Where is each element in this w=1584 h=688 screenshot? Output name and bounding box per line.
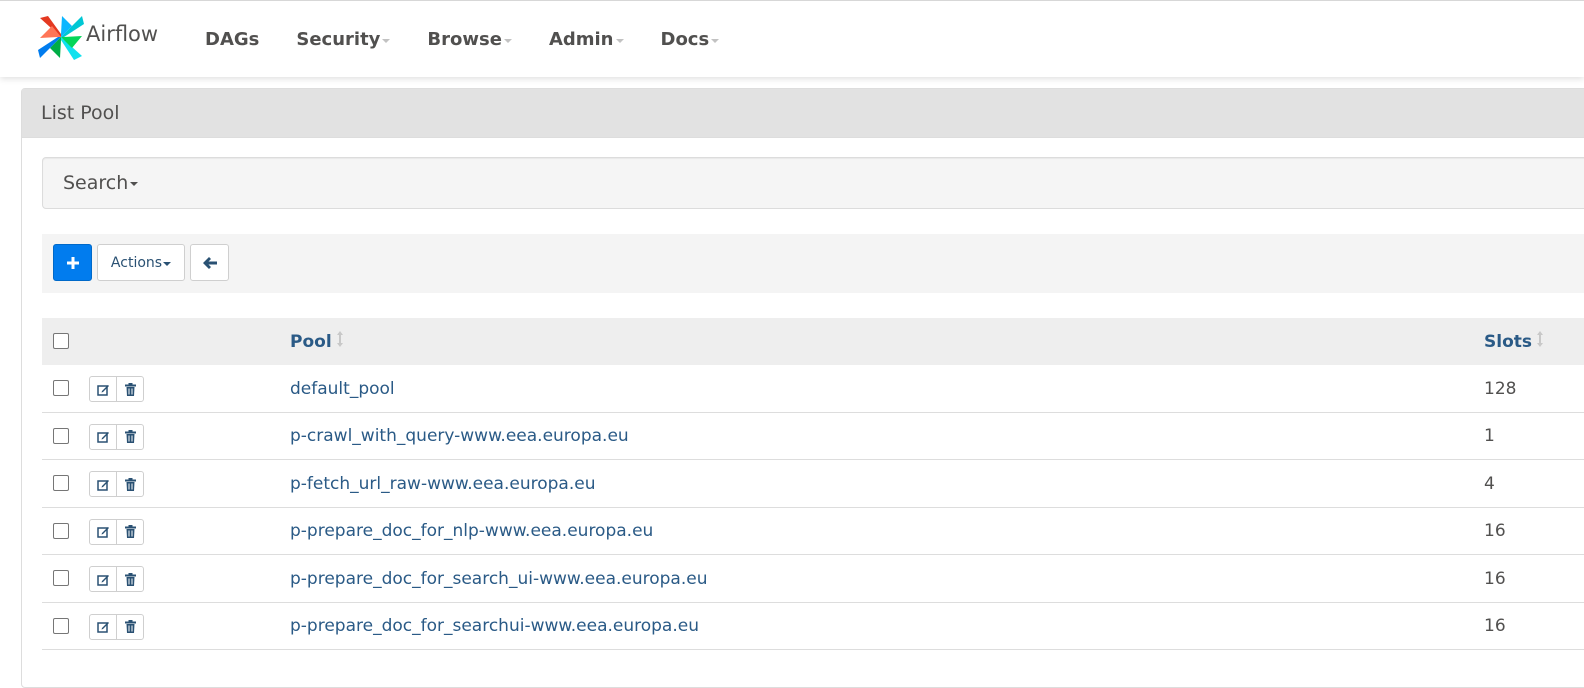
actions-dropdown-button[interactable]: Actions bbox=[97, 244, 185, 281]
edit-icon bbox=[96, 574, 109, 586]
edit-record-button[interactable] bbox=[90, 520, 116, 544]
actions-label: Actions bbox=[110, 254, 163, 271]
caret-down-icon bbox=[615, 38, 624, 43]
table-row: p-prepare_doc_for_nlp-www.eea.europa.eu … bbox=[42, 508, 1584, 555]
slots-value: 16 bbox=[1484, 616, 1506, 636]
caret-down-icon bbox=[163, 261, 172, 266]
nav-security[interactable]: Security bbox=[296, 28, 391, 50]
caret-down-icon bbox=[503, 38, 512, 43]
edit-record-button[interactable] bbox=[90, 567, 116, 591]
select-all-checkbox[interactable] bbox=[53, 333, 69, 349]
trash-icon bbox=[124, 620, 136, 633]
list-pool-panel: List Pool Search Actions Pool Slots defa… bbox=[21, 88, 1584, 688]
pool-name-link[interactable]: p-prepare_doc_for_nlp-www.eea.europa.eu bbox=[290, 508, 653, 555]
trash-icon bbox=[124, 430, 136, 443]
search-well: Search bbox=[42, 157, 1584, 209]
slots-value: 16 bbox=[1484, 521, 1506, 541]
nav-security-label: Security bbox=[296, 28, 381, 50]
nav-browse-label: Browse bbox=[427, 28, 502, 50]
edit-icon bbox=[96, 432, 109, 443]
nav-browse[interactable]: Browse bbox=[427, 29, 512, 50]
main-nav: DAGs Security Browse Admin Docs bbox=[205, 1, 756, 77]
table-header: Pool Slots bbox=[42, 318, 1584, 365]
edit-icon bbox=[96, 622, 109, 633]
trash-icon bbox=[124, 477, 136, 491]
slots-value: 4 bbox=[1484, 473, 1495, 494]
delete-record-button[interactable] bbox=[116, 377, 143, 401]
trash-icon bbox=[124, 382, 136, 396]
table-row: p-crawl_with_query-www.eea.europa.eu 1 bbox=[42, 413, 1584, 460]
row-checkbox[interactable] bbox=[53, 617, 69, 634]
nav-dags-label: DAGs bbox=[205, 28, 260, 50]
delete-record-button[interactable] bbox=[116, 472, 143, 496]
row-actions bbox=[89, 471, 144, 497]
arrow-left-icon bbox=[202, 256, 217, 269]
row-checkbox[interactable] bbox=[53, 522, 69, 539]
nav-docs-label: Docs bbox=[660, 28, 710, 50]
trash-icon bbox=[124, 572, 136, 586]
airflow-logo-icon bbox=[38, 14, 84, 60]
brand-name: Airflow bbox=[86, 22, 159, 46]
nav-dags[interactable]: DAGs bbox=[205, 29, 259, 50]
column-pool-label: Pool bbox=[290, 331, 332, 352]
page-title: List Pool bbox=[41, 102, 120, 124]
caret-down-icon bbox=[711, 38, 720, 43]
row-actions bbox=[89, 376, 144, 402]
pool-name-link[interactable]: p-fetch_url_raw-www.eea.europa.eu bbox=[290, 460, 595, 507]
slots-value: 16 bbox=[1484, 568, 1506, 589]
plus-icon bbox=[66, 256, 79, 269]
edit-record-button[interactable] bbox=[90, 377, 116, 401]
column-slots-label: Slots bbox=[1484, 331, 1532, 352]
edit-record-button[interactable] bbox=[90, 615, 116, 639]
back-button[interactable] bbox=[190, 244, 229, 281]
edit-record-button[interactable] bbox=[90, 472, 116, 496]
delete-record-button[interactable] bbox=[116, 519, 143, 544]
table-row: p-prepare_doc_for_searchui-www.eea.europ… bbox=[42, 603, 1584, 650]
column-header-pool[interactable]: Pool bbox=[290, 318, 344, 365]
search-toggle-button[interactable]: Search bbox=[63, 172, 139, 194]
edit-icon bbox=[96, 479, 109, 491]
edit-icon bbox=[96, 527, 109, 538]
table-row: p-fetch_url_raw-www.eea.europa.eu 4 bbox=[42, 460, 1584, 508]
nav-docs[interactable]: Docs bbox=[661, 29, 720, 50]
row-actions bbox=[89, 423, 144, 450]
nav-admin[interactable]: Admin bbox=[549, 29, 624, 50]
search-toggle-label: Search bbox=[63, 172, 129, 194]
delete-record-button[interactable] bbox=[116, 424, 143, 449]
nav-admin-label: Admin bbox=[548, 28, 614, 50]
slots-value: 128 bbox=[1484, 378, 1517, 399]
pool-name-link[interactable]: p-prepare_doc_for_searchui-www.eea.europ… bbox=[290, 603, 699, 650]
row-checkbox[interactable] bbox=[53, 380, 69, 396]
add-record-button[interactable] bbox=[53, 244, 92, 281]
edit-icon bbox=[96, 384, 109, 396]
table-row: p-prepare_doc_for_search_ui-www.eea.euro… bbox=[42, 555, 1584, 603]
slots-value: 1 bbox=[1484, 426, 1495, 446]
column-header-slots[interactable]: Slots bbox=[1484, 318, 1544, 365]
sort-icon bbox=[1536, 330, 1544, 353]
delete-record-button[interactable] bbox=[116, 567, 143, 591]
brand-link[interactable]: Airflow bbox=[38, 14, 158, 60]
caret-down-icon bbox=[382, 38, 391, 43]
table-row: default_pool 128 bbox=[42, 365, 1584, 413]
row-actions bbox=[89, 613, 144, 640]
table-body: default_pool 128 p-crawl_with_query-www.… bbox=[42, 365, 1584, 650]
sort-icon bbox=[336, 330, 344, 353]
list-toolbar: Actions bbox=[42, 234, 1584, 293]
pool-name-link[interactable]: p-crawl_with_query-www.eea.europa.eu bbox=[290, 413, 629, 460]
top-navbar: Airflow DAGs Security Browse Admin Docs bbox=[0, 0, 1584, 77]
delete-record-button[interactable] bbox=[116, 614, 143, 639]
trash-icon bbox=[124, 525, 136, 538]
edit-record-button[interactable] bbox=[90, 425, 116, 449]
row-checkbox[interactable] bbox=[53, 570, 69, 586]
panel-heading: List Pool bbox=[22, 89, 1584, 138]
caret-down-icon bbox=[130, 182, 139, 186]
pool-name-link[interactable]: default_pool bbox=[290, 365, 395, 412]
pool-name-link[interactable]: p-prepare_doc_for_search_ui-www.eea.euro… bbox=[290, 555, 707, 602]
row-checkbox[interactable] bbox=[53, 427, 69, 444]
row-actions bbox=[89, 518, 144, 545]
row-checkbox[interactable] bbox=[53, 475, 69, 491]
row-actions bbox=[89, 566, 144, 592]
